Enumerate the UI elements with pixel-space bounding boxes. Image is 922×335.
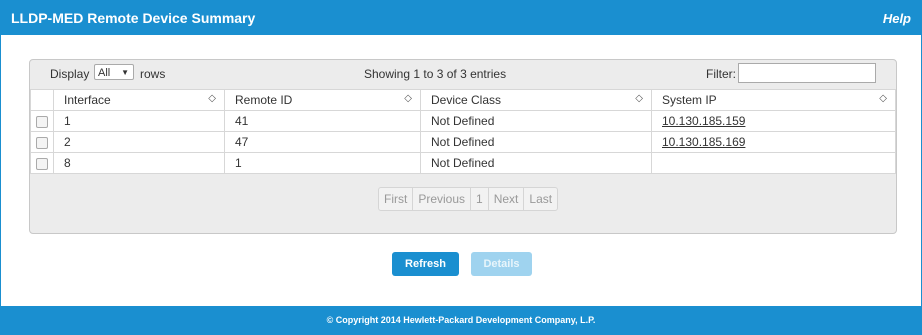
interface-cell: 8	[53, 152, 225, 174]
select-column-header	[30, 89, 54, 111]
table-header-row: Interface ◇ Remote ID ◇ Device Class ◇ Syst…	[30, 89, 896, 111]
interface-cell: 2	[53, 131, 225, 153]
table-row[interactable]: 8 1 Not Defined	[30, 152, 896, 174]
first-page-button[interactable]: First	[379, 188, 414, 210]
device-class-cell: Not Defined	[420, 131, 652, 153]
system-ip-cell: 10.130.185.159	[651, 110, 896, 132]
system-ip-link[interactable]: 10.130.185.159	[662, 114, 745, 128]
system-ip-link[interactable]: 10.130.185.169	[662, 135, 745, 149]
column-label: System IP	[662, 93, 717, 107]
row-select-cell	[30, 131, 54, 153]
row-select-cell	[30, 110, 54, 132]
refresh-button[interactable]: Refresh	[392, 252, 459, 276]
column-header-device-class[interactable]: Device Class ◇	[420, 89, 652, 111]
pagination: First Previous 1 Next Last	[378, 187, 559, 211]
app-window: LLDP-MED Remote Device Summary Help Disp…	[0, 0, 922, 335]
details-button[interactable]: Details	[471, 252, 532, 276]
remote-id-cell: 47	[224, 131, 421, 153]
device-class-cell: Not Defined	[420, 110, 652, 132]
system-ip-cell: 10.130.185.169	[651, 131, 896, 153]
remote-id-cell: 1	[224, 152, 421, 174]
rows-per-page-value: All	[98, 67, 111, 79]
sort-icon: ◇	[879, 93, 887, 104]
interface-cell: 1	[53, 110, 225, 132]
table-row[interactable]: 2 47 Not Defined 10.130.185.169	[30, 131, 896, 153]
device-class-cell: Not Defined	[420, 152, 652, 174]
row-checkbox[interactable]	[36, 115, 48, 128]
page-number-button[interactable]: 1	[471, 188, 489, 210]
previous-page-button[interactable]: Previous	[413, 188, 472, 210]
page-title: LLDP-MED Remote Device Summary	[11, 10, 256, 26]
column-label: Interface	[64, 93, 111, 107]
table-row[interactable]: 1 41 Not Defined 10.130.185.159	[30, 110, 896, 132]
chevron-down-icon: ▼	[121, 68, 129, 77]
sort-icon: ◇	[635, 93, 643, 104]
summary-table-panel: Display All ▼ rows Showing 1 to 3 of 3 e…	[29, 59, 897, 234]
column-label: Device Class	[431, 93, 502, 107]
remote-device-table: Interface ◇ Remote ID ◇ Device Class ◇ Syst…	[30, 89, 896, 174]
sort-icon: ◇	[208, 93, 216, 104]
system-ip-cell	[651, 152, 896, 174]
column-header-remote-id[interactable]: Remote ID ◇	[224, 89, 421, 111]
row-select-cell	[30, 152, 54, 174]
row-checkbox[interactable]	[36, 136, 48, 149]
column-header-system-ip[interactable]: System IP ◇	[651, 89, 896, 111]
remote-id-cell: 41	[224, 110, 421, 132]
last-page-button[interactable]: Last	[524, 188, 557, 210]
display-label: Display	[50, 67, 90, 81]
rows-per-page-select[interactable]: All ▼	[94, 64, 134, 80]
row-checkbox[interactable]	[36, 157, 48, 170]
entries-count-text: Showing 1 to 3 of 3 entries	[364, 67, 507, 81]
help-link[interactable]: Help	[883, 11, 911, 26]
rows-label: rows	[140, 67, 166, 81]
column-header-interface[interactable]: Interface ◇	[53, 89, 225, 111]
next-page-button[interactable]: Next	[489, 188, 525, 210]
filter-input[interactable]	[738, 63, 876, 83]
table-toolbar: Display All ▼ rows Showing 1 to 3 of 3 e…	[30, 60, 896, 89]
copyright-footer: © Copyright 2014 Hewlett-Packard Develop…	[1, 306, 921, 334]
title-bar: LLDP-MED Remote Device Summary Help	[1, 1, 921, 35]
filter-label: Filter:	[706, 67, 736, 81]
sort-icon: ◇	[404, 93, 412, 104]
column-label: Remote ID	[235, 93, 293, 107]
